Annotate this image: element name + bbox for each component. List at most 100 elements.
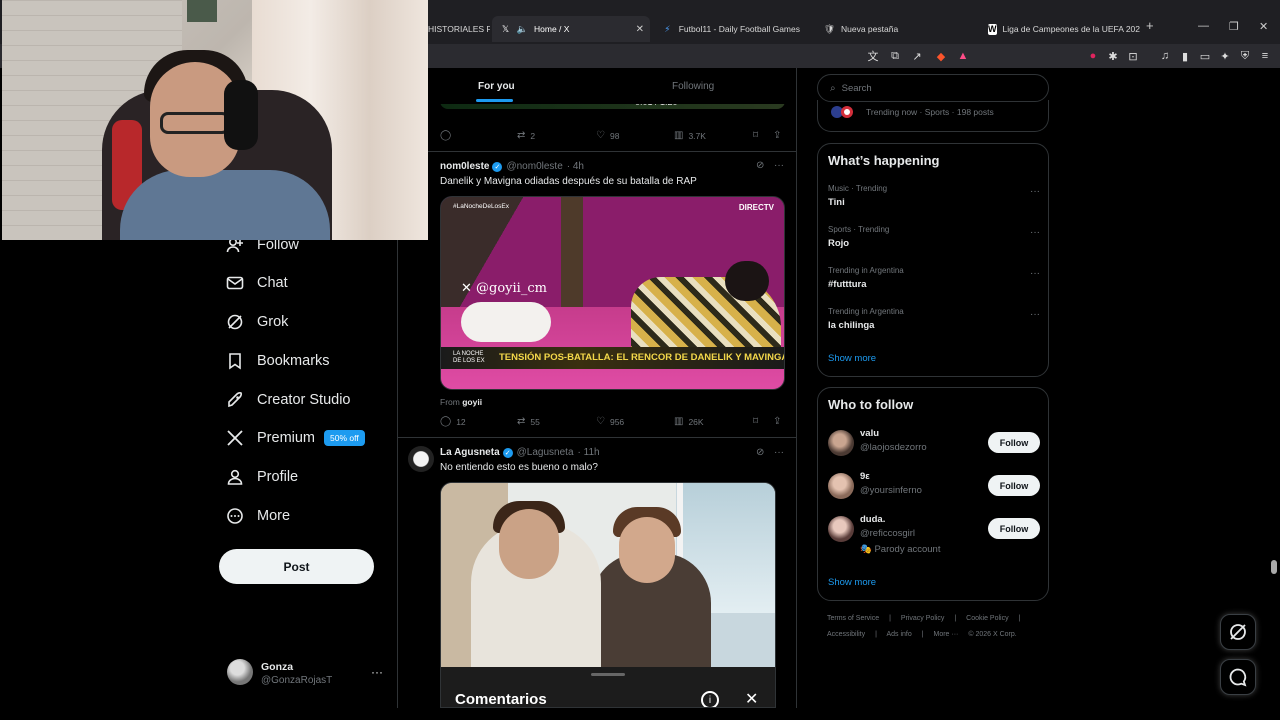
footer-link[interactable]: Privacy Policy: [901, 615, 945, 622]
search-input[interactable]: ⌕ Search: [817, 74, 1049, 102]
trend-item[interactable]: Trending in Argentina #futttura ···: [828, 266, 1040, 290]
grok-explain-icon[interactable]: ⊘: [756, 447, 764, 458]
record-icon[interactable]: ●: [1086, 49, 1100, 63]
screenshot-icon[interactable]: ⊡: [1126, 49, 1140, 63]
nav-profile[interactable]: Profile: [226, 462, 298, 492]
share-button[interactable]: ⇪: [773, 130, 786, 141]
video-source[interactable]: From goyii: [440, 397, 482, 407]
nav-grok[interactable]: Grok: [226, 307, 288, 337]
close-icon[interactable]: ✕: [745, 689, 758, 707]
browser-tab[interactable]: 🛡 Nueva pestaña: [816, 16, 966, 42]
like-button[interactable]: ♡ 956: [596, 416, 624, 427]
source-user[interactable]: goyii: [462, 397, 482, 407]
show-more-link[interactable]: Show more: [828, 353, 876, 364]
account-switcher[interactable]: Gonza @GonzaRojasT ···: [227, 659, 387, 691]
grok-explain-icon[interactable]: ⊘: [756, 160, 764, 171]
close-window-button[interactable]: ✕: [1259, 20, 1268, 33]
scrollbar-thumb[interactable]: [1271, 560, 1277, 574]
views-button[interactable]: ▥ 3.7K: [674, 130, 706, 141]
tab-for-you[interactable]: For you: [478, 81, 515, 92]
open-external-icon[interactable]: ⧉: [888, 49, 902, 63]
nav-chat[interactable]: Chat: [226, 268, 288, 298]
reply-button[interactable]: ◯: [440, 130, 456, 141]
show-more-link[interactable]: Show more: [828, 577, 876, 588]
follow-suggestion[interactable]: valu @laojosdezorro Follow: [828, 428, 1040, 468]
follow-suggestion[interactable]: duda. @reficcosgirl 🎭 Parody account Fol…: [828, 514, 1040, 564]
tab-following[interactable]: Following: [672, 81, 714, 92]
tweet-video[interactable]: Comentarios i ✕: [440, 482, 776, 708]
footer-link[interactable]: Terms of Service: [827, 615, 879, 622]
follow-button[interactable]: Follow: [988, 518, 1040, 539]
music-icon[interactable]: ♫: [1158, 49, 1172, 63]
follow-button[interactable]: Follow: [988, 475, 1040, 496]
like-button[interactable]: ♡ 98: [596, 130, 619, 141]
translate-icon[interactable]: 文: [866, 49, 880, 63]
trend-more-icon[interactable]: ···: [1030, 268, 1040, 279]
browser-tab[interactable]: HISTORIALES F: [420, 16, 490, 42]
footer-link[interactable]: More ···: [934, 631, 959, 638]
who-to-follow-panel: Who to follow valu @laojosdezorro Follow…: [817, 387, 1049, 601]
nav-premium[interactable]: Premium 50% off: [226, 423, 365, 453]
wallet-icon[interactable]: ▭: [1198, 49, 1212, 63]
brave-shield-icon[interactable]: ◆: [934, 49, 948, 63]
tweet-video[interactable]: #LaNocheDeLosEx DIRECTV ✕ @goyii_cm LA N…: [440, 196, 785, 390]
footer-link[interactable]: Cookie Policy: [966, 615, 1008, 622]
trend-item[interactable]: Sports · Trending Rojo ···: [828, 225, 1040, 249]
leo-icon[interactable]: ✦: [1218, 49, 1232, 63]
trend-item[interactable]: Trending in Argentina la chilinga ···: [828, 307, 1040, 331]
share-icon: ⇪: [773, 130, 782, 141]
views-button[interactable]: ▥ 26K: [674, 416, 704, 427]
tweet-author[interactable]: La Agusneta ✓ @Lagusneta · 11h: [440, 447, 600, 458]
menu-icon[interactable]: ≡: [1258, 49, 1272, 63]
bookmark-button[interactable]: ⌑: [753, 130, 763, 141]
trend-item[interactable]: Music · Trending Tini ···: [828, 184, 1040, 208]
repost-button[interactable]: ⇄ 55: [517, 416, 540, 427]
maximize-button[interactable]: ❐: [1229, 20, 1239, 33]
share-button[interactable]: ⇪: [773, 416, 786, 427]
browser-tab-active[interactable]: 𝕏 🔈 Home / X ✕: [492, 16, 650, 42]
nav-bookmarks[interactable]: Bookmarks: [226, 346, 330, 376]
tweet-more-icon[interactable]: ···: [774, 447, 784, 458]
footer-link[interactable]: Accessibility: [827, 631, 865, 638]
account-handle: @GonzaRojasT: [261, 675, 333, 686]
nav-more[interactable]: More: [226, 501, 290, 531]
browser-tab[interactable]: ⚡ Futbol11 - Daily Football Games: [654, 16, 808, 42]
chat-fab-button[interactable]: [1220, 659, 1256, 695]
tweet-author[interactable]: nom0leste ✓ @nom0leste · 4h: [440, 161, 584, 172]
minimize-button[interactable]: —: [1198, 20, 1209, 32]
grok-icon: [1230, 624, 1246, 640]
trend-more-icon[interactable]: ···: [1030, 227, 1040, 238]
rewards-icon[interactable]: ▲: [956, 49, 970, 63]
new-tab-button[interactable]: +: [1146, 18, 1154, 33]
avatar[interactable]: [408, 446, 434, 472]
info-icon[interactable]: i: [701, 691, 719, 707]
post-button[interactable]: Post: [219, 549, 374, 584]
author-handle: @nom0leste: [506, 161, 563, 172]
trending-now-text: Trending now · Sports · 198 posts: [866, 107, 994, 117]
sheet-grab-handle[interactable]: [591, 673, 625, 676]
reply-button[interactable]: ◯ 12: [440, 416, 466, 427]
repost-button[interactable]: ⇄ 2: [517, 130, 535, 141]
trending-now[interactable]: Trending now · Sports · 198 posts: [817, 100, 1049, 132]
trend-more-icon[interactable]: ···: [1030, 186, 1040, 197]
browser-tab[interactable]: W Liga de Campeones de la UEFA 2024: [980, 16, 1140, 42]
speaker-icon[interactable]: 🔈: [517, 24, 528, 35]
account-more-icon[interactable]: ···: [371, 665, 383, 679]
footer-link[interactable]: Ads info: [886, 631, 911, 638]
share-icon[interactable]: ↗: [910, 49, 924, 63]
vpn-icon[interactable]: ⛨: [1238, 49, 1252, 63]
trend-more-icon[interactable]: ···: [1030, 309, 1040, 320]
bookmark-button[interactable]: ⌑: [753, 416, 763, 427]
bookmark-icon: [226, 352, 244, 370]
extensions-icon[interactable]: ✱: [1106, 49, 1120, 63]
search-placeholder: Search: [841, 82, 872, 94]
sidebar-icon[interactable]: ▮: [1178, 49, 1192, 63]
grok-fab-button[interactable]: [1220, 614, 1256, 650]
whats-happening-panel: What’s happening Music · Trending Tini ·…: [817, 143, 1049, 377]
close-tab-icon[interactable]: ✕: [636, 24, 644, 35]
nav-creator-studio[interactable]: Creator Studio: [226, 385, 351, 415]
follow-button[interactable]: Follow: [988, 432, 1040, 453]
repost-icon: ⇄: [517, 130, 526, 141]
follow-suggestion[interactable]: 9ε @yoursinferno Follow: [828, 471, 1040, 511]
tweet-more-icon[interactable]: ···: [774, 160, 784, 171]
